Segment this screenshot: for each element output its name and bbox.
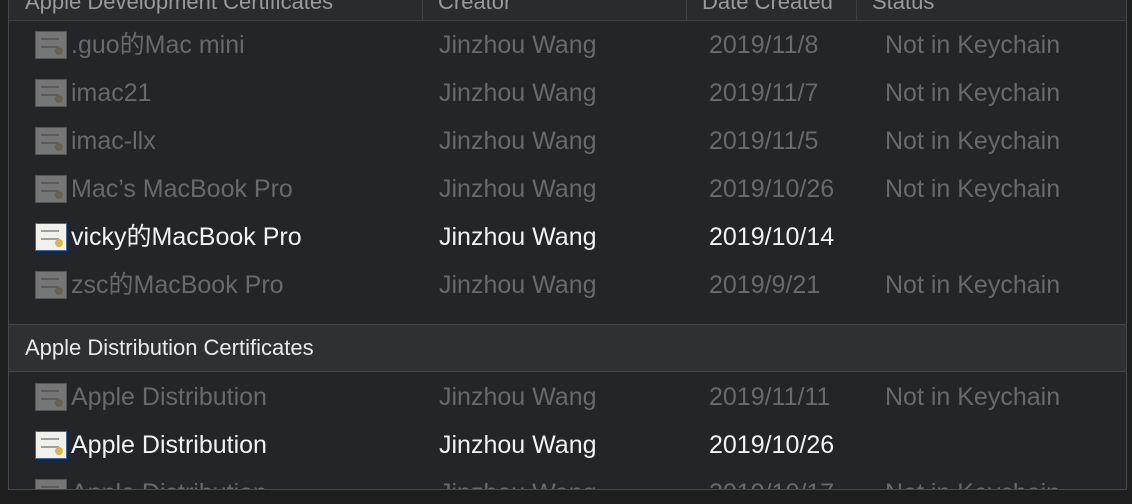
certificate-creator: Jinzhou Wang [439, 79, 597, 107]
certificate-name: zsc的MacBook Pro [71, 271, 284, 299]
certificate-status: Not in Keychain [885, 79, 1061, 107]
certificate-name: vicky的MacBook Pro [71, 223, 302, 251]
certificate-creator: Jinzhou Wang [439, 223, 597, 251]
table-row[interactable]: .guo的Mac mini Jinzhou Wang 2019/11/8 Not… [9, 21, 1126, 69]
certificate-status: Not in Keychain [885, 31, 1061, 59]
certificate-name: imac-llx [71, 127, 156, 155]
table-row[interactable]: Apple Distribution Jinzhou Wang 2019/10/… [9, 469, 1126, 489]
certificate-creator: Jinzhou Wang [439, 31, 597, 59]
table-row[interactable]: vicky的MacBook Pro Jinzhou Wang 2019/10/1… [9, 213, 1126, 261]
certificate-name: .guo的Mac mini [71, 31, 245, 59]
certificate-creator: Jinzhou Wang [439, 383, 597, 411]
table-row[interactable]: Mac’s MacBook Pro Jinzhou Wang 2019/10/2… [9, 165, 1126, 213]
certificate-creator: Jinzhou Wang [439, 431, 597, 459]
certificate-name: Mac’s MacBook Pro [71, 175, 293, 203]
certificate-icon [35, 79, 67, 107]
table-row[interactable]: Apple Distribution Jinzhou Wang 2019/10/… [9, 421, 1126, 469]
certificate-date: 2019/11/5 [709, 127, 819, 155]
certificate-status: Not in Keychain [885, 383, 1061, 411]
certificate-creator: Jinzhou Wang [439, 127, 597, 155]
certificate-icon [35, 175, 67, 203]
certificate-date: 2019/10/14 [709, 223, 835, 251]
certificate-icon [35, 31, 67, 59]
certificate-date: 2019/10/26 [709, 175, 835, 203]
certificate-creator: Jinzhou Wang [439, 469, 597, 489]
certificate-date: 2019/9/21 [709, 271, 821, 299]
column-header-date[interactable]: Date Created [686, 0, 833, 16]
certificate-icon [35, 383, 67, 411]
certificate-date: 2019/11/11 [709, 383, 831, 411]
section-header-distribution: Apple Distribution Certificates [9, 324, 1126, 372]
certificate-status: Not in Keychain [885, 127, 1061, 155]
column-header-creator[interactable]: Creator [422, 0, 511, 16]
certificate-status: Not in Keychain [885, 175, 1061, 203]
certificate-creator: Jinzhou Wang [439, 271, 597, 299]
column-header-status[interactable]: Status [856, 0, 934, 16]
certificate-name: imac21 [71, 79, 152, 107]
certificate-icon [35, 271, 67, 299]
certificate-name: Apple Distribution [71, 431, 267, 459]
certificate-icon [35, 479, 67, 489]
table-row[interactable]: zsc的MacBook Pro Jinzhou Wang 2019/9/21 N… [9, 261, 1126, 309]
column-header-name[interactable]: Apple Development Certificates [9, 0, 333, 16]
certificate-name: Apple Distribution [71, 383, 267, 411]
certificate-icon [35, 127, 67, 155]
certificates-table: Apple Development Certificates Creator D… [8, 0, 1127, 490]
table-header: Apple Development Certificates Creator D… [9, 0, 1126, 21]
certificate-date: 2019/10/26 [709, 431, 835, 459]
certificate-date: 2019/11/7 [709, 79, 819, 107]
certificate-status: Not in Keychain [885, 469, 1060, 489]
certificate-icon [35, 431, 67, 459]
table-row[interactable]: imac-llx Jinzhou Wang 2019/11/5 Not in K… [9, 117, 1126, 165]
certificate-date: 2019/11/8 [709, 31, 819, 59]
certificate-creator: Jinzhou Wang [439, 175, 597, 203]
certificate-name: Apple Distribution [71, 469, 267, 489]
certificate-status: Not in Keychain [885, 271, 1061, 299]
table-row[interactable]: imac21 Jinzhou Wang 2019/11/7 Not in Key… [9, 69, 1126, 117]
certificate-date: 2019/10/17 [709, 469, 834, 489]
section-title: Apple Distribution Certificates [25, 335, 314, 360]
table-row[interactable]: Apple Distribution Jinzhou Wang 2019/11/… [9, 373, 1126, 421]
certificate-icon [35, 223, 67, 251]
